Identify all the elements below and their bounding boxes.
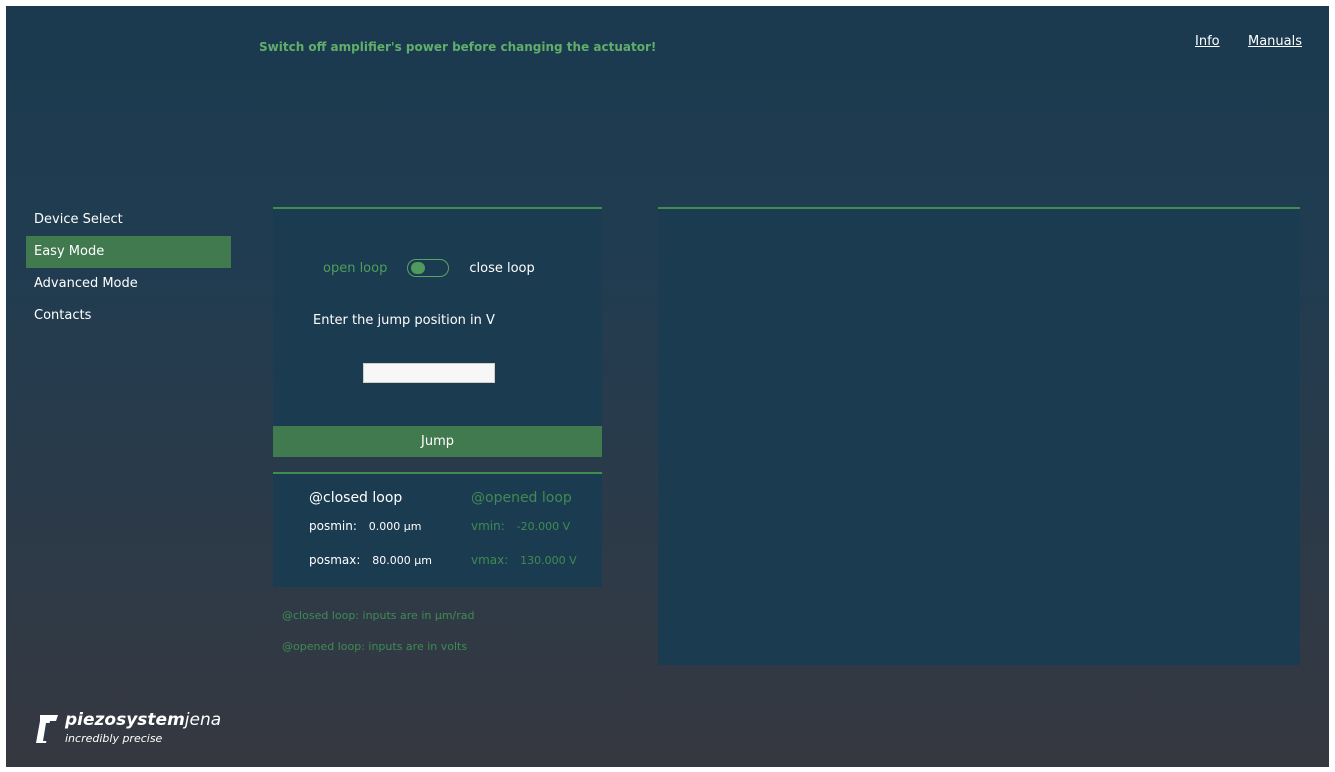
posmin-value: 0.000 µm: [368, 520, 422, 533]
jump-position-input[interactable]: [363, 363, 495, 383]
jump-button[interactable]: Jump: [273, 426, 602, 457]
sidebar-item-advanced-mode[interactable]: Advanced Mode: [26, 268, 231, 300]
loop-mode-row: open loop close loop: [323, 259, 535, 277]
vmax-value: 130.000 V: [520, 554, 577, 567]
logo-mark-icon: [36, 715, 58, 743]
vmax-label: vmax:: [471, 553, 509, 567]
posmin-row: posmin: 0.000 µm: [309, 519, 421, 533]
closed-loop-header: @closed loop: [309, 490, 403, 506]
sidebar-nav: Device Select Easy Mode Advanced Mode Co…: [26, 204, 231, 332]
logo-brand-text: piezosystemjena: [65, 710, 222, 730]
plot-area: [658, 207, 1300, 665]
vmin-label: vmin:: [471, 519, 505, 533]
close-loop-label: close loop: [469, 260, 535, 276]
vmax-row: vmax: 130.000 V: [471, 553, 577, 567]
piezosystem-jena-logo: piezosystemjena incredibly precise: [36, 709, 236, 749]
app-window: Switch off amplifier's power before chan…: [6, 6, 1329, 767]
jump-panel: open loop close loop Enter the jump posi…: [273, 207, 602, 457]
closed-loop-units-note: @closed loop: inputs are in µm/rad: [282, 609, 475, 622]
jump-position-prompt: Enter the jump position in V: [313, 313, 495, 328]
logo-tagline: incredibly precise: [65, 732, 163, 745]
power-warning: Switch off amplifier's power before chan…: [259, 40, 657, 54]
vmin-row: vmin: -20.000 V: [471, 519, 570, 533]
limits-panel: @closed loop @opened loop posmin: 0.000 …: [273, 472, 602, 587]
manuals-link[interactable]: Manuals: [1248, 34, 1302, 49]
opened-loop-header: @opened loop: [471, 490, 572, 506]
sidebar-item-device-select[interactable]: Device Select: [26, 204, 231, 236]
sidebar-item-easy-mode[interactable]: Easy Mode: [26, 236, 231, 268]
info-link[interactable]: Info: [1195, 34, 1220, 49]
vmin-value: -20.000 V: [516, 520, 571, 533]
opened-loop-units-note: @opened loop: inputs are in volts: [282, 640, 468, 653]
posmax-value: 80.000 µm: [372, 554, 432, 567]
open-loop-label: open loop: [323, 260, 388, 276]
posmax-row: posmax: 80.000 µm: [309, 553, 432, 567]
sidebar-item-contacts[interactable]: Contacts: [26, 300, 231, 332]
loop-mode-toggle[interactable]: [407, 259, 450, 277]
posmax-label: posmax:: [309, 553, 361, 567]
toggle-knob: [411, 262, 426, 274]
posmin-label: posmin:: [309, 519, 357, 533]
